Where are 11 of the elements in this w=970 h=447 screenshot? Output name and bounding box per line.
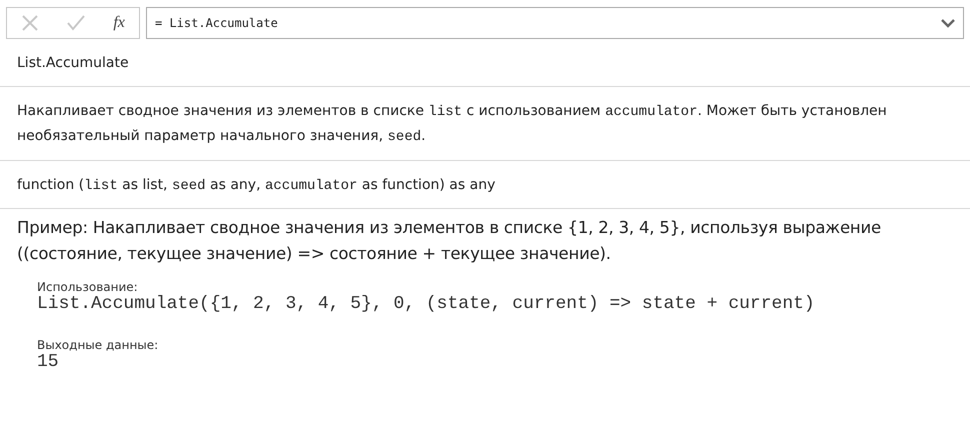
chevron-down-icon[interactable] [941,18,955,28]
function-description: Накапливает сводное значения из элементов в списке list с использованием accumulator. Может быть установлен необязательный параметр начального значения, seed. [0,86,970,160]
function-name: List.Accumulate [0,39,970,86]
example-title: Пример: Накапливает сводное значения из элементов в списке {1, 2, 3, 4, 5}, используя выражение ((состояние, текущее значение) => состояние + текущее значение). [17,217,882,265]
usage-code: List.Accumulate({1, 2, 3, 4, 5}, 0, (state, current) => state + current) [37,294,816,314]
output-label: Выходные данные: [37,338,160,352]
function-signature: function (list as list, seed as any, accumulator as function) as any [0,160,970,209]
formula-field[interactable]: = List.Accumulate [146,7,964,39]
fx-label[interactable]: fx [113,14,125,32]
usage-label: Использование: [37,280,139,294]
output-value: 15 [37,352,60,372]
